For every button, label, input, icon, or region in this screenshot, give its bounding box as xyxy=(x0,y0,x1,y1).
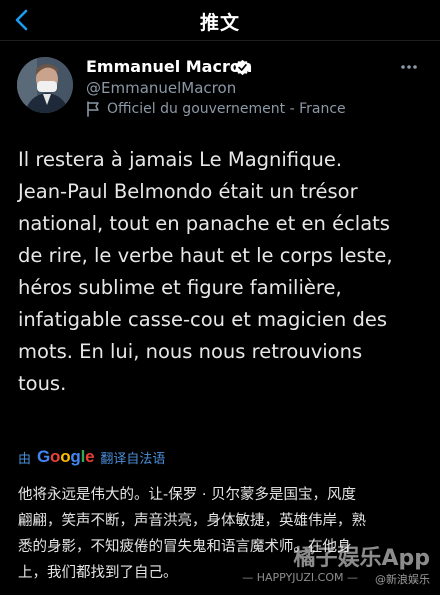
watermark-weibo: @新浪娱乐 xyxy=(375,573,430,586)
google-logo: Google xyxy=(37,447,95,466)
avatar[interactable] xyxy=(17,57,73,113)
verified-badge-icon xyxy=(235,59,250,76)
page-title: 推文 xyxy=(199,12,240,34)
tweet-body: Il restera à jamais Le Magnifique. Jean-… xyxy=(18,148,393,395)
more-options-icon[interactable] xyxy=(400,64,418,70)
flag-icon xyxy=(87,101,99,117)
watermark-app: 橘子娱乐App xyxy=(293,546,430,571)
translate-prefix: 由 xyxy=(18,451,32,467)
translation-attribution[interactable]: 由 Google 翻译自法语 xyxy=(18,447,165,467)
affiliation-text: Officiel du gouvernement - France xyxy=(107,101,346,117)
watermark-url: — HAPPYJUZI.COM — xyxy=(242,571,358,584)
top-nav-bar: 推文 xyxy=(0,0,440,41)
affiliation-label: Officiel du gouvernement - France xyxy=(86,101,346,117)
translate-label: 翻译自法语 xyxy=(100,451,166,467)
author-name[interactable]: Emmanuel Macron xyxy=(86,57,252,76)
author-handle[interactable]: @EmmanuelMacron xyxy=(86,79,236,97)
